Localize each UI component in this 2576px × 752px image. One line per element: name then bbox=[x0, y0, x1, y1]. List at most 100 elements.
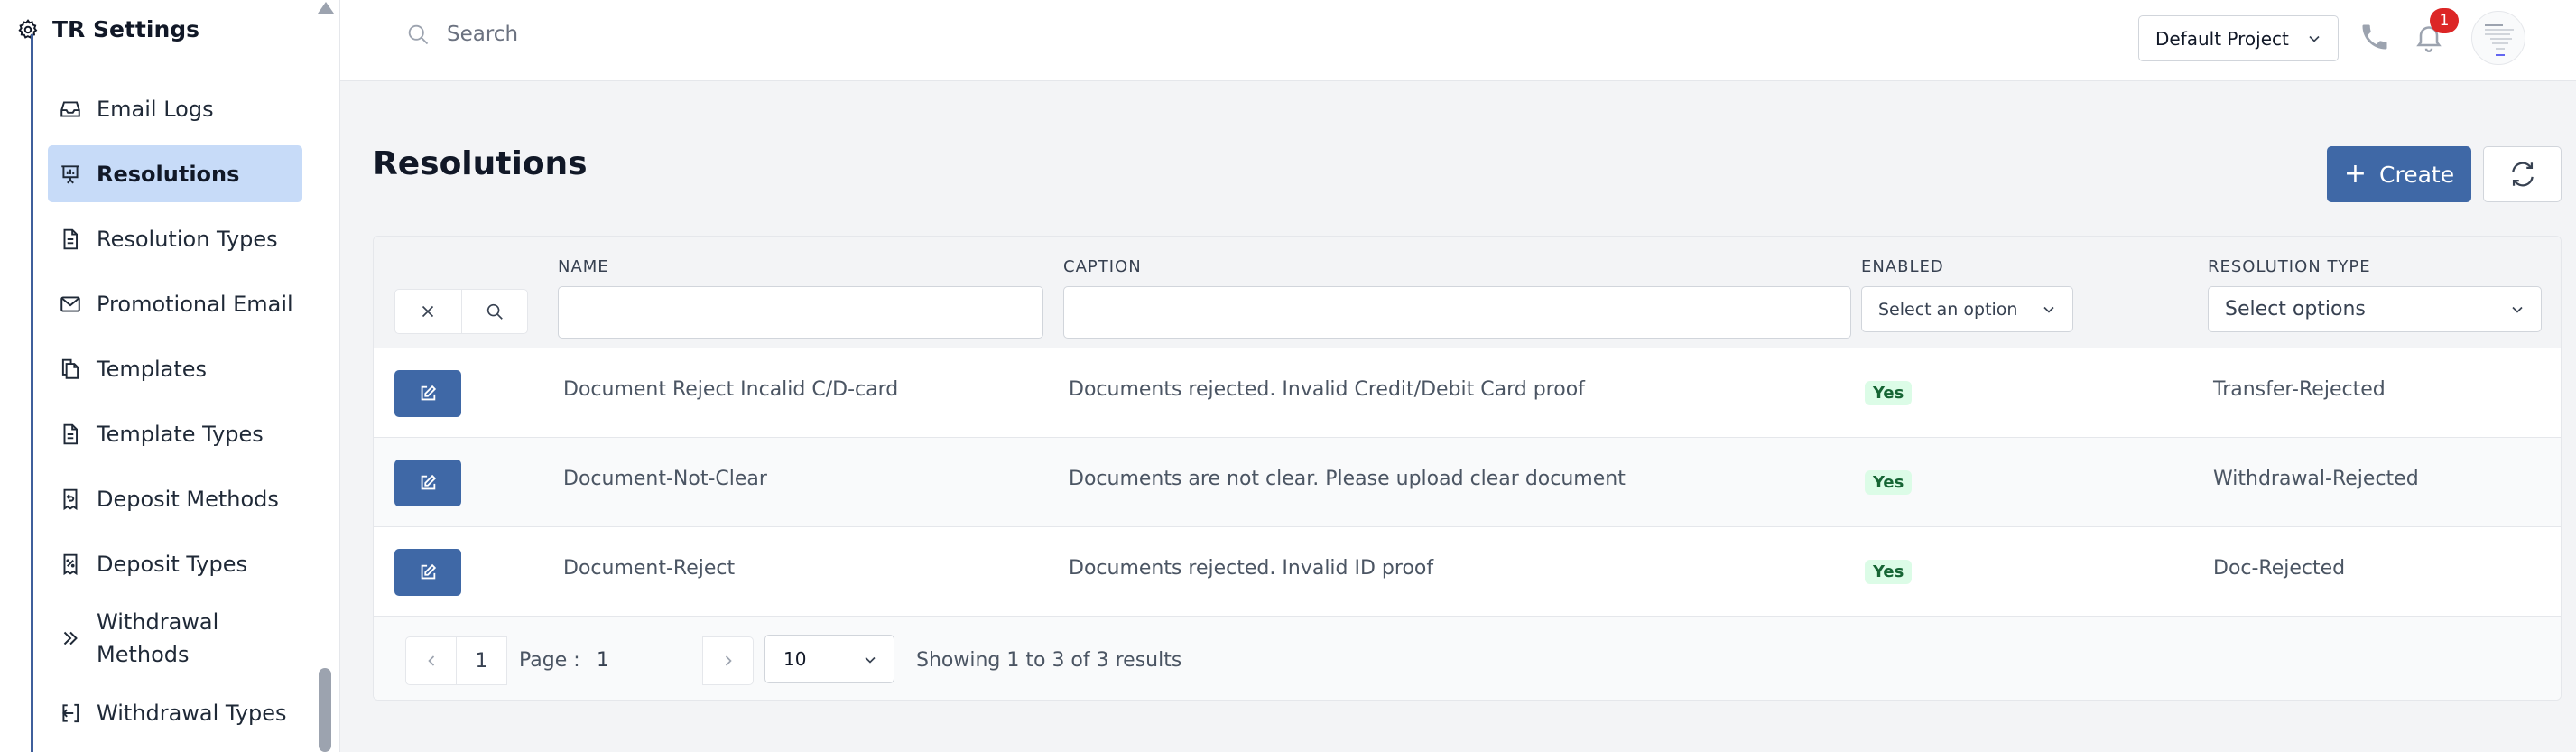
avatar-logo-icon bbox=[2485, 24, 2514, 56]
sidebar-item-withdrawal-types[interactable]: Withdrawal Types bbox=[48, 684, 302, 741]
scroll-up-arrow-icon[interactable] bbox=[318, 2, 334, 14]
cell-caption: Documents rejected. Invalid Credit/Debit… bbox=[1069, 378, 1585, 401]
phone-icon[interactable] bbox=[2358, 21, 2391, 53]
presentation-icon bbox=[61, 164, 79, 183]
cell-name: Document-Reject bbox=[563, 557, 736, 580]
results-summary: Showing 1 to 3 of 3 results bbox=[916, 649, 1182, 672]
column-header-enabled: ENABLED bbox=[1861, 257, 1944, 276]
chevron-double-right-icon bbox=[63, 631, 78, 645]
prev-page-button[interactable] bbox=[405, 636, 457, 685]
pencil-square-icon bbox=[421, 474, 437, 490]
sidebar-item-label-line2: Methods bbox=[97, 642, 190, 667]
table-header-filters: NAME CAPTION ENABLED Select an option RE… bbox=[374, 237, 2561, 348]
resolution-type-filter-select[interactable]: Select options bbox=[2208, 286, 2542, 332]
status-badge: Yes bbox=[1865, 381, 1913, 405]
project-select-value: Default Project bbox=[2155, 27, 2289, 50]
document-icon bbox=[63, 228, 79, 249]
sidebar-item-label: Promotional Email bbox=[97, 291, 293, 317]
create-button-label: Create bbox=[2379, 161, 2455, 188]
resolutions-table: NAME CAPTION ENABLED Select an option RE… bbox=[373, 236, 2562, 701]
gear-icon bbox=[18, 18, 38, 39]
status-badge: Yes bbox=[1865, 560, 1913, 584]
column-header-caption: CAPTION bbox=[1063, 257, 1142, 276]
copy-icon bbox=[61, 358, 79, 379]
search-icon bbox=[408, 24, 429, 45]
sidebar-item-template-types[interactable]: Template Types bbox=[48, 405, 302, 462]
close-icon bbox=[422, 305, 434, 318]
refresh-icon bbox=[2511, 162, 2534, 187]
table-row: Document Reject Incalid C/D-card Documen… bbox=[374, 348, 2561, 438]
caption-filter-input[interactable] bbox=[1063, 286, 1851, 339]
receipt-refund-icon bbox=[63, 488, 78, 510]
apply-filters-button[interactable] bbox=[460, 290, 528, 333]
column-header-name: NAME bbox=[558, 257, 609, 276]
create-button[interactable]: + Create bbox=[2327, 146, 2471, 202]
pencil-square-icon bbox=[421, 385, 437, 401]
page-size-value: 10 bbox=[783, 648, 807, 670]
sidebar-item-resolutions[interactable]: Resolutions bbox=[48, 145, 302, 202]
page-title: Resolutions bbox=[373, 145, 588, 182]
sidebar-item-label: Email Logs bbox=[97, 96, 214, 122]
chevron-right-icon bbox=[725, 655, 732, 666]
chevron-down-icon bbox=[2512, 306, 2523, 313]
sidebar-item-label: Withdrawal Methods bbox=[97, 606, 218, 671]
edit-button[interactable] bbox=[394, 370, 461, 417]
search-bar bbox=[405, 22, 898, 47]
logout-icon bbox=[62, 703, 79, 722]
sidebar-item-label: Templates bbox=[97, 356, 208, 382]
sidebar: TR Settings Email Logs Resolutions Resol… bbox=[0, 0, 340, 752]
cell-resolution-type: Doc-Rejected bbox=[2213, 557, 2346, 580]
sidebar-item-templates[interactable]: Templates bbox=[48, 340, 302, 397]
sidebar-item-withdrawal-methods[interactable]: Withdrawal Methods bbox=[48, 600, 302, 676]
sidebar-title: TR Settings bbox=[52, 16, 200, 42]
sidebar-item-label: Deposit Types bbox=[97, 551, 248, 577]
enabled-filter-placeholder: Select an option bbox=[1878, 299, 2018, 320]
cell-name: Document-Not-Clear bbox=[563, 468, 767, 490]
page-number-input[interactable]: 1 bbox=[597, 649, 609, 672]
sidebar-item-label: Template Types bbox=[97, 421, 264, 447]
search-icon bbox=[486, 303, 503, 320]
sidebar-nav: Email Logs Resolutions Resolution Types … bbox=[48, 80, 302, 749]
receipt-tax-icon bbox=[63, 553, 78, 575]
filter-actions bbox=[394, 289, 528, 334]
sidebar-item-deposit-methods[interactable]: Deposit Methods bbox=[48, 470, 302, 527]
table-row: Document-Not-Clear Documents are not cle… bbox=[374, 438, 2561, 527]
scrollbar-thumb[interactable] bbox=[319, 668, 331, 752]
edit-button[interactable] bbox=[394, 460, 461, 506]
project-select[interactable]: Default Project bbox=[2138, 15, 2339, 61]
sidebar-item-label-line1: Withdrawal bbox=[97, 609, 219, 635]
sidebar-item-resolution-types[interactable]: Resolution Types bbox=[48, 210, 302, 267]
sidebar-item-email-logs[interactable]: Email Logs bbox=[48, 80, 302, 137]
page-size-select[interactable]: 10 bbox=[764, 635, 894, 683]
refresh-button[interactable] bbox=[2483, 146, 2562, 202]
column-header-resolution-type: RESOLUTION TYPE bbox=[2208, 257, 2371, 276]
sidebar-tree-line bbox=[31, 34, 33, 752]
sidebar-item-promotional-email[interactable]: Promotional Email bbox=[48, 275, 302, 332]
search-input[interactable] bbox=[447, 23, 898, 46]
enabled-filter-select[interactable]: Select an option bbox=[1861, 286, 2073, 332]
sidebar-item-label: Resolutions bbox=[97, 161, 240, 187]
clear-filters-button[interactable] bbox=[395, 290, 461, 333]
chevron-left-icon bbox=[427, 655, 434, 666]
cell-resolution-type: Withdrawal-Rejected bbox=[2213, 468, 2419, 490]
pencil-square-icon bbox=[421, 563, 437, 580]
chevron-down-icon bbox=[2309, 35, 2320, 42]
name-filter-input[interactable] bbox=[558, 286, 1043, 339]
sidebar-item-label: Withdrawal Types bbox=[97, 700, 287, 726]
sidebar-header: TR Settings bbox=[16, 16, 199, 42]
edit-button[interactable] bbox=[394, 549, 461, 596]
cell-resolution-type: Transfer-Rejected bbox=[2213, 378, 2386, 401]
sidebar-scrollbar[interactable] bbox=[318, 0, 334, 752]
chevron-down-icon bbox=[865, 656, 876, 664]
current-page[interactable]: 1 bbox=[456, 636, 507, 685]
sidebar-item-deposit-types[interactable]: Deposit Types bbox=[48, 535, 302, 592]
resolution-type-filter-placeholder: Select options bbox=[2225, 298, 2366, 320]
cell-caption: Documents rejected. Invalid ID proof bbox=[1069, 557, 1434, 580]
sidebar-item-label: Deposit Methods bbox=[97, 486, 279, 512]
notification-badge: 1 bbox=[2430, 8, 2459, 33]
plus-icon: + bbox=[2343, 158, 2368, 190]
next-page-button[interactable] bbox=[702, 636, 754, 685]
envelope-icon bbox=[60, 295, 80, 312]
sidebar-item-label: Resolution Types bbox=[97, 226, 278, 252]
avatar[interactable] bbox=[2471, 11, 2525, 65]
